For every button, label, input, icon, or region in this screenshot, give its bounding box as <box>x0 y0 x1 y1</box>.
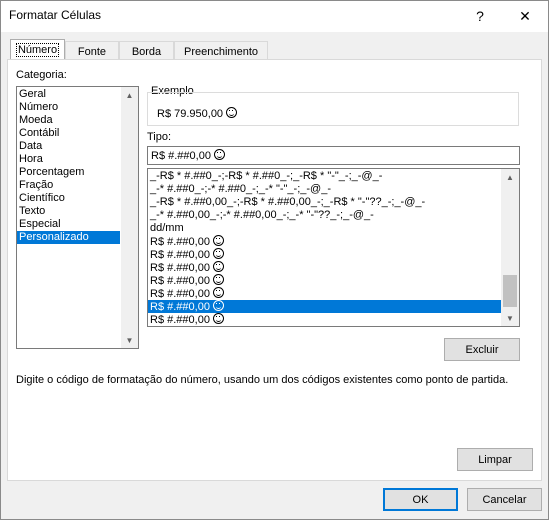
tipo-item[interactable]: R$ #.##0,00 <box>148 287 501 300</box>
window-title: Formatar Células <box>9 8 102 22</box>
categoria-item[interactable]: Científico <box>17 192 120 205</box>
smiley-icon <box>212 300 224 311</box>
categoria-label: Categoria: <box>16 69 67 81</box>
description-text: Digite o código de formatação do número,… <box>16 374 509 386</box>
tipo-item-label: _-* #.##0,00_-;-* #.##0,00_-;_-* "-"??_-… <box>150 209 374 221</box>
categoria-item[interactable]: Especial <box>17 218 120 231</box>
smiley-icon <box>212 261 224 272</box>
tipo-item[interactable]: dd/mm <box>148 222 501 235</box>
tipo-input[interactable]: R$ #.##0,00 <box>147 146 520 165</box>
categoria-item[interactable]: Personalizado <box>17 231 120 244</box>
exemplo-value: R$ 79.950,00 <box>157 107 238 120</box>
tipo-item[interactable]: _-* #.##0_-;-* #.##0_-;_-* "-"_-;_-@_- <box>148 183 501 196</box>
tab-fonte[interactable]: Fonte <box>65 41 119 61</box>
smiley-icon <box>212 235 224 246</box>
tipo-item-label: R$ #.##0,00 <box>150 288 210 300</box>
tipo-item-label: R$ #.##0,00 <box>150 262 210 274</box>
tipo-item-label: _-R$ * #.##0,00_-;-R$ * #.##0,00_-;_-R$ … <box>150 196 426 208</box>
tipo-item[interactable]: _-R$ * #.##0_-;-R$ * #.##0_-;_-R$ * "-"_… <box>148 170 501 183</box>
cancel-button[interactable]: Cancelar <box>467 488 542 511</box>
scroll-down-icon[interactable]: ▼ <box>121 332 138 348</box>
categoria-item[interactable]: Fração <box>17 179 120 192</box>
smiley-icon <box>212 274 224 285</box>
categoria-item[interactable]: Moeda <box>17 114 120 127</box>
tipo-item[interactable]: R$ #.##0,00 <box>148 313 501 326</box>
tipo-list[interactable]: _-R$ * #.##0_-;-R$ * #.##0_-;_-R$ * "-"_… <box>147 168 520 327</box>
help-icon[interactable]: ? <box>466 4 494 28</box>
tab-borda[interactable]: Borda <box>119 41 174 61</box>
limpar-button[interactable]: Limpar <box>457 448 533 471</box>
categoria-item[interactable]: Contábil <box>17 127 120 140</box>
categoria-scrollbar[interactable]: ▲ ▼ <box>121 87 138 348</box>
close-icon[interactable]: ✕ <box>511 4 539 28</box>
tipo-item-label: _-* #.##0_-;-* #.##0_-;_-* "-"_-;_-@_- <box>150 183 332 195</box>
categoria-list[interactable]: Geral Número Moeda Contábil Data Hora Porcenta… <box>16 86 139 349</box>
smiley-icon <box>213 149 225 160</box>
tipo-item-label: _-R$ * #.##0_-;-R$ * #.##0_-;_-R$ * "-"_… <box>150 170 383 182</box>
tab-preenchimento[interactable]: Preenchimento <box>174 41 268 61</box>
tipo-item-label: R$ #.##0,00 <box>150 301 210 313</box>
tab-numero[interactable]: Número <box>10 39 65 60</box>
categoria-item[interactable]: Hora <box>17 153 120 166</box>
tipo-label: Tipo: <box>147 131 172 143</box>
smiley-icon <box>226 107 238 118</box>
tipo-item[interactable]: R$ #.##0,00 <box>148 274 501 287</box>
categoria-item[interactable]: Número <box>17 101 120 114</box>
tipo-item-label: R$ #.##0,00 <box>150 249 210 261</box>
smiley-icon <box>212 287 224 298</box>
scroll-thumb[interactable] <box>503 275 517 307</box>
categoria-item[interactable]: Porcentagem <box>17 166 120 179</box>
scroll-up-icon[interactable]: ▲ <box>121 87 138 103</box>
smiley-icon <box>212 313 224 324</box>
tipo-item[interactable]: R$ #.##0,00 <box>148 235 501 248</box>
tipo-item[interactable]: R$ #.##0,00 <box>148 261 501 274</box>
excluir-button[interactable]: Excluir <box>444 338 520 361</box>
categoria-item[interactable]: Data <box>17 140 120 153</box>
tipo-scrollbar[interactable]: ▲ ▼ <box>501 169 519 326</box>
ok-button[interactable]: OK <box>383 488 458 511</box>
scroll-up-icon[interactable]: ▲ <box>501 169 519 185</box>
categoria-item[interactable]: Geral <box>17 88 120 101</box>
tipo-item[interactable]: _-* #.##0,00_-;-* #.##0,00_-;_-* "-"??_-… <box>148 209 501 222</box>
scroll-down-icon[interactable]: ▼ <box>501 310 519 326</box>
smiley-icon <box>212 248 224 259</box>
tipo-item[interactable]: R$ #.##0,00 <box>148 248 501 261</box>
tipo-item-label: R$ #.##0,00 <box>150 236 210 248</box>
tipo-item[interactable]: R$ #.##0,00 <box>148 300 501 313</box>
tipo-item[interactable]: _-R$ * #.##0,00_-;-R$ * #.##0,00_-;_-R$ … <box>148 196 501 209</box>
tipo-item-label: R$ #.##0,00 <box>150 275 210 287</box>
tipo-item-label: dd/mm <box>150 222 184 234</box>
tipo-item-label: R$ #.##0,00 <box>150 314 210 326</box>
categoria-item[interactable]: Texto <box>17 205 120 218</box>
